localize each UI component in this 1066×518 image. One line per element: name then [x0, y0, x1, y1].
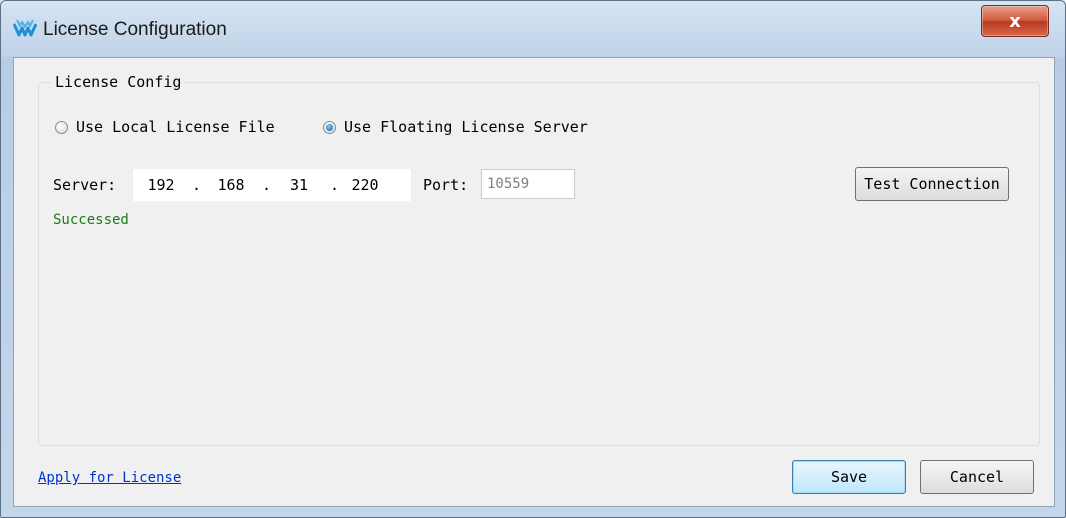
apply-license-link[interactable]: Apply for License — [38, 470, 181, 486]
radio-floating-license[interactable]: Use Floating License Server — [323, 118, 588, 136]
ip-separator: . — [330, 176, 340, 194]
server-ip-field[interactable]: 192 . 168 . 31 . 220 — [133, 169, 411, 201]
close-button[interactable]: x — [981, 5, 1049, 37]
dialog-body: License Config Use Local License File Us… — [13, 57, 1055, 507]
port-input[interactable]: 10559 — [481, 169, 575, 199]
window-title: License Configuration — [43, 19, 227, 40]
save-button[interactable]: Save — [792, 460, 906, 494]
ip-octet-3[interactable]: 31 — [281, 176, 317, 194]
gowin-logo-icon — [13, 19, 37, 37]
radio-button-selected-icon[interactable] — [323, 120, 336, 134]
cancel-button[interactable]: Cancel — [920, 460, 1034, 494]
test-connection-button[interactable]: Test Connection — [855, 167, 1009, 201]
radio-local-license[interactable]: Use Local License File — [55, 118, 275, 136]
connection-status: Successed — [53, 212, 129, 228]
title-bar[interactable]: License Configuration x — [1, 1, 1065, 57]
ip-separator: . — [192, 176, 202, 194]
radio-local-label: Use Local License File — [76, 118, 275, 136]
ip-octet-4[interactable]: 220 — [347, 176, 383, 194]
group-title: License Config — [51, 73, 186, 91]
port-label: Port: — [423, 176, 469, 194]
radio-button-icon[interactable] — [55, 120, 68, 134]
license-config-window: License Configuration x License Config U… — [0, 0, 1066, 518]
server-label: Server: — [53, 176, 117, 194]
license-config-group: License Config Use Local License File Us… — [38, 73, 1040, 446]
ip-octet-1[interactable]: 192 — [143, 176, 179, 194]
close-icon: x — [1009, 10, 1021, 32]
radio-floating-label: Use Floating License Server — [344, 118, 588, 136]
ip-octet-2[interactable]: 168 — [213, 176, 249, 194]
ip-separator: . — [262, 176, 272, 194]
